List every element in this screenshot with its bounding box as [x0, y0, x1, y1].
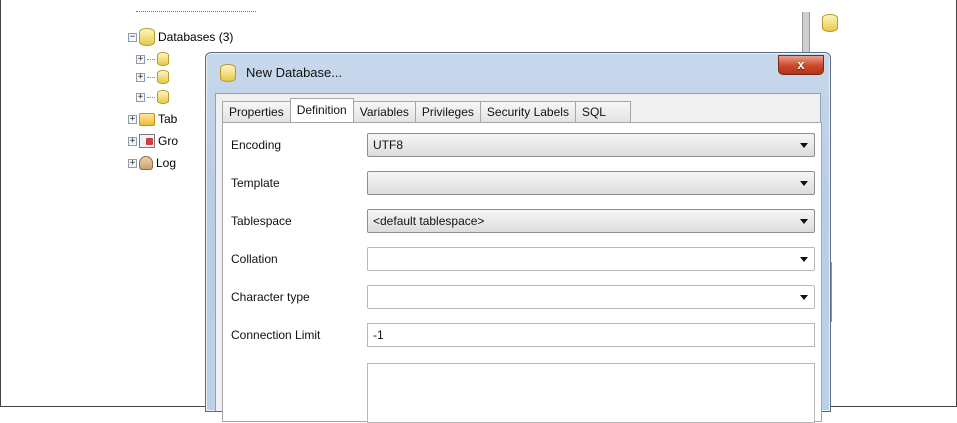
tablespace-select[interactable]: <default tablespace> — [367, 209, 815, 233]
connection-limit-label: Connection Limit — [231, 328, 321, 342]
tree-row-db-3[interactable]: + — [136, 88, 169, 106]
database-icon — [822, 14, 838, 32]
login-roles-icon — [139, 156, 153, 170]
expand-icon[interactable]: + — [128, 114, 137, 124]
group-roles-icon — [139, 134, 155, 148]
tree-row-logins[interactable]: + Log — [128, 154, 176, 172]
expand-icon[interactable]: + — [128, 158, 137, 168]
new-database-dialog: New Database... x Properties Definition … — [205, 52, 831, 423]
encoding-row: Encoding UTF8 — [223, 133, 821, 159]
background-scrollbar[interactable] — [802, 12, 810, 56]
connection-limit-row: Connection Limit -1 — [223, 323, 821, 349]
databases-icon — [139, 28, 155, 46]
close-button[interactable]: x — [778, 55, 824, 75]
object-browser-tree: − Databases (3) + + + + Tab + Gro + Log — [128, 0, 256, 280]
database-icon — [157, 52, 169, 66]
tab-strip: Properties Definition Variables Privileg… — [222, 98, 631, 122]
character-type-select[interactable] — [367, 285, 815, 309]
collation-select[interactable] — [367, 247, 815, 271]
tab-security-labels[interactable]: Security Labels — [479, 101, 576, 122]
collapse-icon[interactable]: − — [128, 32, 137, 42]
dialog-client-area: Properties Definition Variables Privileg… — [215, 93, 822, 423]
database-icon — [157, 90, 169, 104]
expand-icon[interactable]: + — [128, 136, 137, 146]
encoding-value: UTF8 — [373, 138, 403, 152]
dropdown-arrow-icon — [800, 257, 808, 262]
expand-icon[interactable]: + — [136, 92, 145, 102]
dropdown-arrow-icon — [800, 219, 808, 224]
databases-label: Databases (3) — [158, 30, 234, 44]
template-select[interactable] — [367, 171, 815, 195]
encoding-label: Encoding — [231, 138, 282, 152]
tablespace-value: <default tablespace> — [373, 214, 485, 228]
tree-row-tablespaces[interactable]: + Tab — [128, 110, 177, 128]
database-icon — [220, 64, 236, 82]
login-roles-label: Log — [156, 156, 177, 170]
tablespace-label: Tablespace — [231, 214, 292, 228]
definition-panel: Encoding UTF8 Template Tablespace <defau… — [222, 122, 822, 423]
tab-definition[interactable]: Definition — [289, 98, 354, 122]
character-type-label: Character type — [231, 290, 310, 304]
collation-row: Collation — [223, 247, 821, 273]
dropdown-arrow-icon — [800, 295, 808, 300]
character-type-row: Character type — [223, 285, 821, 311]
tab-properties[interactable]: Properties — [222, 101, 291, 122]
comment-row — [223, 363, 821, 423]
dropdown-arrow-icon — [800, 181, 808, 186]
dialog-title: New Database... — [246, 65, 343, 80]
connection-limit-value: -1 — [373, 328, 384, 342]
tree-row-groups[interactable]: + Gro — [128, 132, 178, 150]
group-roles-label: Gro — [158, 134, 179, 148]
connection-limit-input[interactable]: -1 — [367, 323, 815, 347]
tree-row-db-1[interactable]: + — [136, 50, 169, 68]
tree-row-databases[interactable]: − Databases (3) — [128, 28, 233, 46]
comment-textarea[interactable] — [367, 363, 815, 423]
expand-icon[interactable]: + — [136, 72, 145, 82]
tab-sql[interactable]: SQL — [574, 101, 631, 122]
template-label: Template — [231, 176, 280, 190]
tab-variables[interactable]: Variables — [352, 101, 416, 122]
tablespaces-label: Tab — [158, 112, 178, 126]
folder-icon — [139, 112, 155, 126]
collation-label: Collation — [231, 252, 278, 266]
tab-privileges[interactable]: Privileges — [414, 101, 481, 122]
encoding-select[interactable]: UTF8 — [367, 133, 815, 157]
database-icon — [157, 70, 169, 84]
dropdown-arrow-icon — [800, 143, 808, 148]
expand-icon[interactable]: + — [136, 54, 145, 64]
tree-row-server — [136, 2, 256, 20]
dialog-titlebar[interactable]: New Database... x — [206, 53, 830, 89]
tree-row-db-2[interactable]: + — [136, 68, 169, 86]
template-row: Template — [223, 171, 821, 197]
tablespace-row: Tablespace <default tablespace> — [223, 209, 821, 235]
